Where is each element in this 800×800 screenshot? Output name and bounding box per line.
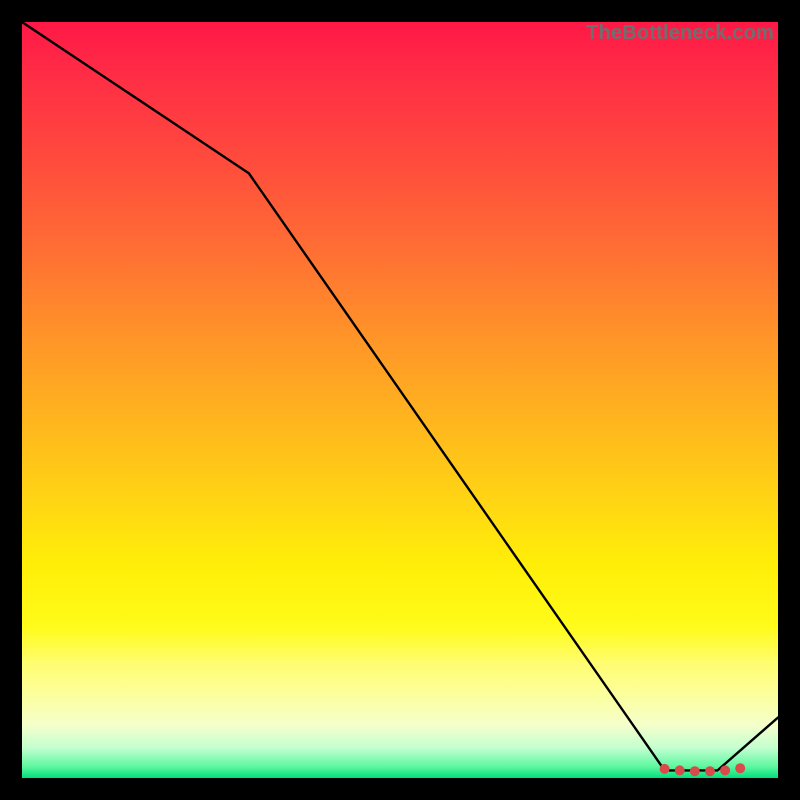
bottleneck-marker-dot [690, 766, 700, 776]
chart-overlay [22, 22, 778, 778]
bottleneck-marker-dot [735, 763, 745, 773]
bottleneck-marker-dot [720, 765, 730, 775]
bottleneck-marker-dot [675, 765, 685, 775]
chart-plot-area: TheBottleneck.com [22, 22, 778, 778]
bottleneck-curve-line [22, 22, 778, 770]
chart-frame: TheBottleneck.com [0, 0, 800, 800]
bottleneck-marker-dot [705, 766, 715, 776]
bottleneck-marker-dot [660, 764, 670, 774]
